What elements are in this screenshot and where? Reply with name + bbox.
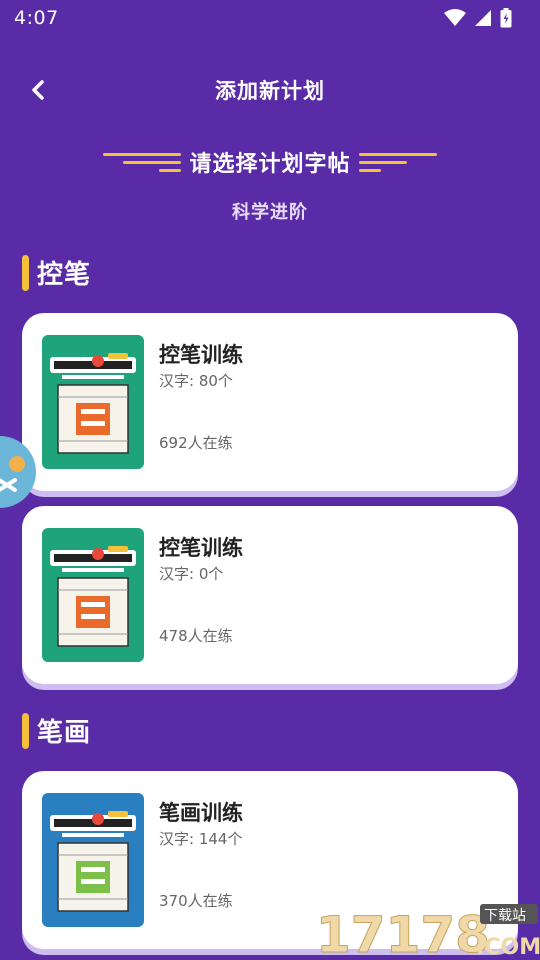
back-button[interactable]: [22, 74, 54, 106]
plan-card[interactable]: 控笔训练 汉字: 80个 692人在练: [22, 313, 518, 491]
page-title: 添加新计划: [215, 79, 325, 103]
signal-icon: [475, 10, 491, 26]
section-accent-bar: [22, 254, 29, 291]
nav-bar: 添加新计划: [0, 68, 540, 112]
svg-text:.COM: .COM: [476, 935, 540, 960]
card-char-count: 汉字: 80个: [159, 372, 233, 390]
card-char-count: 汉字: 0个: [159, 565, 224, 583]
section-title: 笔画: [37, 718, 92, 748]
svg-text:17178: 17178: [316, 906, 490, 960]
card-learner-count: 478人在练: [159, 627, 233, 645]
status-bar: 4:07: [0, 0, 540, 36]
subtitle: 请选择计划字帖: [189, 152, 351, 177]
card-learner-count: 692人在练: [159, 434, 233, 452]
section-header-kongbi: 控笔: [22, 254, 91, 291]
card-char-count: 汉字: 144个: [159, 830, 243, 848]
section-accent-bar: [22, 712, 29, 749]
svg-text:下载站: 下载站: [484, 908, 526, 924]
watermark-logo: 17178 下载站 .COM: [316, 898, 540, 960]
chevron-left-icon: [32, 80, 44, 100]
book-cover: [42, 335, 144, 469]
book-cover: [42, 528, 144, 662]
assistant-icon: [0, 456, 25, 492]
card-learner-count: 370人在练: [159, 892, 233, 910]
decor-lines-left: [103, 152, 182, 172]
card-title: 控笔训练: [159, 536, 243, 560]
status-icons: [444, 8, 512, 28]
card-title: 控笔训练: [159, 343, 243, 367]
book-cover: [42, 793, 144, 927]
section-header-bihua: 笔画: [22, 712, 91, 749]
battery-icon: [500, 8, 512, 28]
subtitle-row: 请选择计划字帖: [0, 140, 540, 184]
status-time: 4:07: [14, 7, 59, 29]
decor-lines-right: [358, 152, 437, 172]
level-tab[interactable]: 科学进阶: [0, 198, 540, 224]
section-title: 控笔: [37, 260, 92, 290]
plan-card[interactable]: 控笔训练 汉字: 0个 478人在练: [22, 506, 518, 684]
wifi-icon: [444, 9, 466, 26]
card-title: 笔画训练: [159, 801, 243, 825]
